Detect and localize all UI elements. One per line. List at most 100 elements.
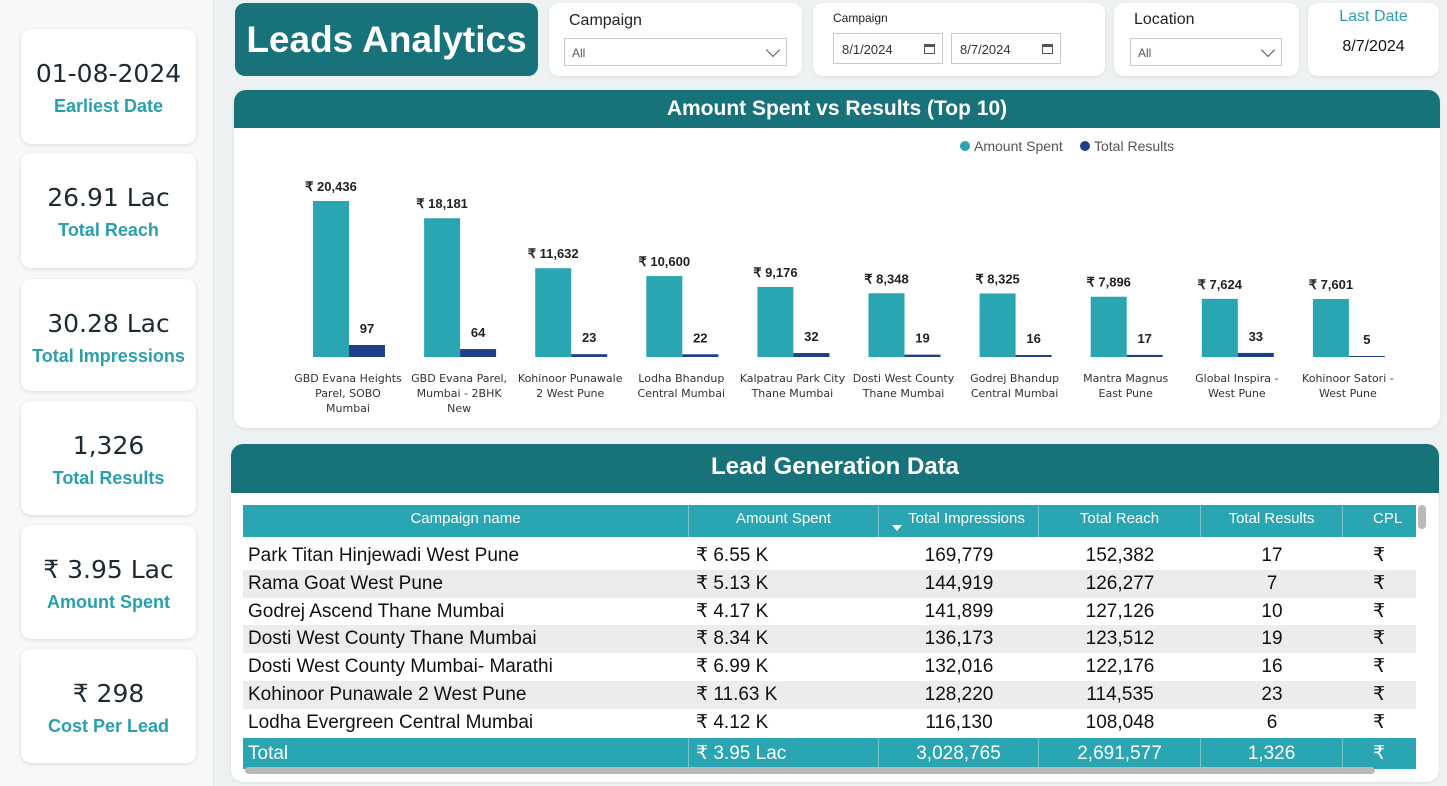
column-header-total-reach[interactable]: Total Reach: [1039, 505, 1201, 537]
total-cell-total-reach: 2,691,577: [1039, 738, 1201, 769]
column-header-cpl[interactable]: CPL: [1343, 505, 1416, 537]
cell-campaign-name: Godrej Ascend Thane Mumbai: [248, 600, 505, 622]
horizontal-scrollbar[interactable]: [245, 767, 1375, 774]
data-label-amount-spent: ₹ 9,176: [753, 265, 797, 280]
cell-total-results: 16: [1261, 656, 1283, 678]
kpi-card-total-results: 1,326 Total Results: [21, 401, 196, 515]
location-dropdown[interactable]: All: [1130, 38, 1282, 66]
cell-total-results: 10: [1261, 600, 1283, 622]
bar-total-results: [682, 354, 719, 357]
table-row[interactable]: Lodha Evergreen Central Mumbai ₹ 4.12 K 11…: [243, 709, 1416, 737]
last-date-value: 8/7/2024: [1342, 38, 1405, 55]
data-label-total-results: 64: [471, 325, 486, 340]
bar-total-results: [460, 349, 497, 357]
data-label-amount-spent: ₹ 7,896: [1086, 275, 1130, 290]
column-header-amount-spent[interactable]: Amount Spent: [689, 505, 879, 537]
table-row[interactable]: Godrej Ascend Thane Mumbai ₹ 4.17 K 141,89…: [243, 598, 1416, 626]
x-axis-tick-label: GBD Evana Parel,: [411, 372, 507, 385]
data-label-total-results: 17: [1137, 331, 1151, 346]
table-header-row: Campaign name Amount Spent Total Impress…: [243, 505, 1416, 537]
bar-total-results: [1126, 354, 1163, 357]
cell-total-reach: 114,535: [1086, 684, 1154, 705]
table-row[interactable]: Rama Goat West Pune ₹ 5.13 K 144,919 126,27…: [243, 569, 1416, 598]
kpi-value: 30.28 Lac: [47, 309, 170, 338]
x-axis-tick-label: Dosti West County: [853, 372, 955, 385]
campaign-filter-label: Campaign: [569, 12, 642, 29]
data-label-total-results: 33: [1249, 329, 1263, 344]
total-cell-campaign-name: Total: [243, 738, 689, 769]
end-date-value: 8/7/2024: [960, 42, 1011, 57]
start-date-value: 8/1/2024: [842, 42, 893, 57]
table-row[interactable]: Dosti West County Mumbai- Marathi ₹ 6.99 …: [243, 653, 1416, 681]
data-label-total-results: 23: [582, 330, 596, 345]
column-header-total-impressions[interactable]: Total Impressions: [879, 505, 1039, 537]
location-filter-label: Location: [1134, 11, 1195, 28]
cell-total-results: 6: [1266, 711, 1278, 733]
x-axis-tick-label: East Pune: [1099, 387, 1154, 400]
bar-total-results: [571, 354, 608, 357]
start-date-input[interactable]: 8/1/2024: [833, 33, 943, 64]
cell-campaign-name: Lodha Evergreen Central Mumbai: [248, 711, 534, 733]
x-axis-tick-label: Kohinoor Satori -: [1302, 372, 1394, 385]
chevron-down-icon: [765, 42, 781, 58]
cell-total-results: 7: [1266, 572, 1278, 594]
cell-total-impressions: 136,173: [924, 628, 994, 650]
total-cell-cpl: ₹: [1343, 738, 1416, 769]
x-axis-tick-label: Kalpatrau Park City: [740, 372, 846, 385]
kpi-label: Amount Spent: [47, 592, 170, 612]
cell-campaign-name: Rama Goat West Pune: [248, 572, 444, 594]
cell-campaign-name: Kohinoor Punawale 2 West Pune: [248, 684, 527, 705]
x-axis-tick-label: GBD Evana Heights: [294, 372, 402, 385]
amount-vs-results-chart-panel: Amount Spent vs Results (Top 10) Amount …: [234, 90, 1440, 428]
cell-total-reach: 123,512: [1085, 628, 1155, 650]
column-header-total-results[interactable]: Total Results: [1201, 505, 1343, 537]
date-filter-label: Campaign: [833, 11, 888, 25]
vertical-scrollbar[interactable]: [1418, 505, 1426, 529]
cell-total-reach: 126,277: [1085, 572, 1155, 594]
cell-amount-spent: ₹ 8.34 K: [696, 628, 769, 650]
cell-total-impressions: 116,130: [925, 711, 993, 733]
cell-total-results: 19: [1261, 628, 1283, 650]
table-total-row: Total ₹ 3.95 Lac 3,028,765 2,691,577 1,326 ₹: [243, 738, 1416, 769]
kpi-label: Total Results: [52, 468, 165, 488]
bar-amount-spent: [535, 268, 572, 357]
data-label-amount-spent: ₹ 11,632: [528, 246, 579, 261]
x-axis-tick-label: Thane Mumbai: [751, 387, 834, 400]
x-axis-tick-label: Global Inspira -: [1195, 372, 1278, 385]
table-row[interactable]: Kohinoor Punawale 2 West Pune ₹ 11.63 K 12…: [243, 681, 1416, 709]
end-date-input[interactable]: 8/7/2024: [951, 33, 1061, 64]
kpi-card-cost-per-lead: ₹ 298 Cost Per Lead: [21, 649, 196, 763]
x-axis-tick-label: Godrej Bhandup: [970, 372, 1059, 385]
calendar-icon[interactable]: [1042, 44, 1053, 54]
table-row[interactable]: Dosti West County Thane Mumbai ₹ 8.34 K 13…: [243, 625, 1416, 654]
x-axis-tick-label: Mumbai: [326, 402, 370, 415]
cell-total-reach: 152,382: [1085, 545, 1155, 566]
table-title: Lead Generation Data: [231, 444, 1439, 493]
column-header-label: Total Impressions: [908, 510, 1025, 527]
x-axis-tick-label: Lodha Bhandup: [638, 372, 724, 385]
legend-label-total-results: Total Results: [1094, 138, 1174, 154]
data-label-total-results: 5: [1363, 332, 1370, 347]
chevron-down-icon: [1260, 42, 1276, 58]
data-label-amount-spent: ₹ 7,624: [1198, 277, 1243, 292]
x-axis-tick-label: Thane Mumbai: [862, 387, 945, 400]
kpi-card-total-impressions: 30.28 Lac Total Impressions: [21, 279, 196, 391]
kpi-value: ₹ 298: [72, 679, 145, 708]
campaign-dropdown[interactable]: All: [564, 38, 787, 66]
location-dropdown-value: All: [1138, 46, 1152, 60]
cell-cpl: ₹: [1373, 711, 1386, 733]
bar-amount-spent: [757, 286, 794, 357]
data-label-total-results: 19: [915, 331, 929, 346]
data-label-total-results: 32: [804, 329, 818, 344]
column-header-campaign-name[interactable]: Campaign name: [243, 505, 689, 537]
kpi-label: Earliest Date: [53, 96, 164, 116]
calendar-icon[interactable]: [924, 44, 935, 54]
page-title: Leads Analytics: [235, 3, 538, 76]
data-label-amount-spent: ₹ 7,601: [1309, 277, 1353, 292]
cell-cpl: ₹: [1373, 600, 1386, 622]
date-range-filter: Campaign 8/1/2024 8/7/2024: [813, 3, 1105, 76]
kpi-card-total-reach: 26.91 Lac Total Reach: [21, 153, 196, 268]
cell-total-results: 17: [1261, 545, 1283, 566]
table-row[interactable]: Park Titan Hinjewadi West Pune ₹ 6.55 K 16…: [243, 542, 1416, 570]
last-date-card: Last Date 8/7/2024: [1308, 3, 1439, 76]
